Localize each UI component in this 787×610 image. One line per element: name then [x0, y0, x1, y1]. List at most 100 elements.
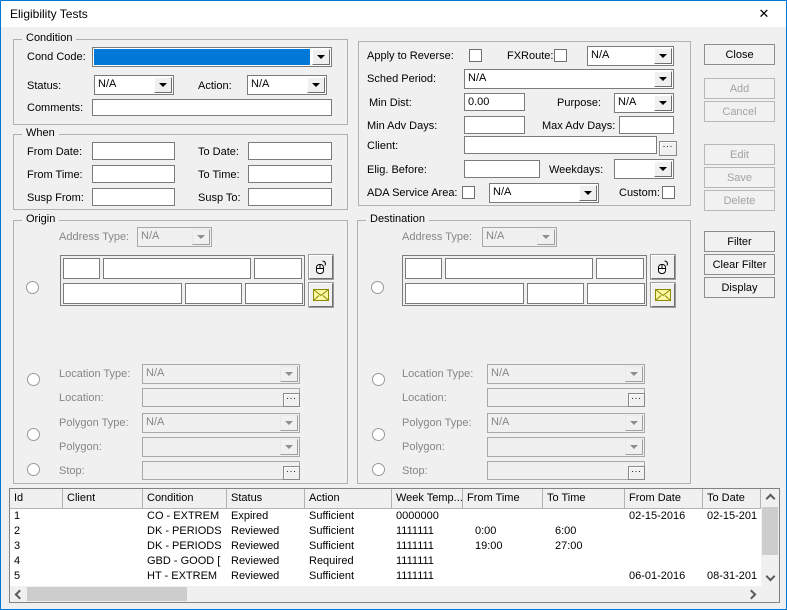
- custom-checkbox[interactable]: [662, 186, 675, 199]
- origin-address-cell-2[interactable]: [103, 258, 251, 279]
- table-row[interactable]: 2 DK - PERIODS Reviewed Sufficient 1111111 0:…: [10, 524, 761, 539]
- status-value: N/A: [98, 78, 117, 90]
- destination-address-cell-6[interactable]: [587, 283, 645, 304]
- column-header-action[interactable]: Action: [305, 489, 392, 509]
- chevron-down-icon[interactable]: [654, 71, 672, 87]
- destination-stop-browse-button[interactable]: ...: [628, 465, 645, 480]
- origin-location-browse-button[interactable]: ...: [283, 392, 300, 407]
- column-header-id[interactable]: Id: [10, 489, 63, 509]
- column-header-to-date[interactable]: To Date: [703, 489, 761, 509]
- destination-address-cell-3[interactable]: [596, 258, 644, 279]
- destination-address-cell-2[interactable]: [445, 258, 593, 279]
- apply-to-reverse-checkbox[interactable]: [469, 49, 482, 62]
- to-date-input[interactable]: [248, 142, 332, 160]
- vertical-scrollbar[interactable]: [761, 489, 779, 586]
- vertical-scroll-thumb[interactable]: [762, 507, 778, 555]
- table-row[interactable]: 3 DK - PERIODS Reviewed Sufficient 1111111 19…: [10, 539, 761, 554]
- origin-address-type-label: Address Type:: [59, 231, 130, 243]
- fxroute-checkbox[interactable]: [554, 49, 567, 62]
- destination-stop-radio[interactable]: [372, 463, 385, 476]
- filter-button[interactable]: Filter: [704, 231, 775, 252]
- chevron-down-icon: [625, 439, 643, 455]
- scroll-right-icon[interactable]: [745, 586, 761, 602]
- sched-period-combo[interactable]: N/A: [464, 69, 674, 89]
- scroll-up-icon[interactable]: [761, 489, 779, 505]
- origin-address-cell-4[interactable]: [63, 283, 182, 304]
- ada-combo[interactable]: N/A: [489, 183, 599, 203]
- destination-address-cell-1[interactable]: [405, 258, 442, 279]
- min-dist-input[interactable]: 0.00: [464, 93, 525, 111]
- origin-stop-radio[interactable]: [27, 463, 40, 476]
- table-cell: [543, 569, 625, 584]
- table-row[interactable]: 1 CO - EXTREM Expired Sufficient 0000000 02-1…: [10, 509, 761, 524]
- table-cell: [625, 554, 703, 569]
- origin-mail-button[interactable]: [309, 283, 333, 307]
- origin-polygon-label: Polygon:: [59, 441, 102, 453]
- column-header-week-temp[interactable]: Week Temp...: [392, 489, 463, 509]
- column-header-status[interactable]: Status: [227, 489, 305, 509]
- status-combo[interactable]: N/A: [94, 75, 174, 95]
- ada-service-area-checkbox[interactable]: [462, 186, 475, 199]
- chevron-down-icon[interactable]: [154, 77, 172, 93]
- horizontal-scroll-thumb[interactable]: [27, 587, 187, 601]
- column-header-to-time[interactable]: To Time: [543, 489, 625, 509]
- chevron-down-icon[interactable]: [579, 185, 597, 201]
- purpose-combo[interactable]: N/A: [614, 93, 674, 113]
- origin-address-radio[interactable]: [26, 281, 39, 294]
- destination-address-cell-5[interactable]: [527, 283, 584, 304]
- table-cell: [625, 539, 703, 554]
- close-window-button[interactable]: ✕: [742, 1, 786, 27]
- horizontal-scrollbar[interactable]: [10, 586, 761, 602]
- origin-polygon-radio[interactable]: [27, 428, 40, 441]
- origin-address-cell-5[interactable]: [185, 283, 242, 304]
- scroll-down-icon[interactable]: [761, 570, 779, 586]
- destination-address-cell-4[interactable]: [405, 283, 524, 304]
- destination-mail-button[interactable]: [651, 283, 675, 307]
- chevron-down-icon[interactable]: [654, 161, 672, 177]
- elig-before-input[interactable]: [464, 160, 540, 178]
- destination-location-radio[interactable]: [372, 373, 385, 386]
- when-group: When From Date: To Date: From Time: To T…: [13, 127, 348, 210]
- chevron-down-icon[interactable]: [307, 77, 325, 93]
- comments-input[interactable]: [92, 99, 332, 116]
- susp-to-input[interactable]: [248, 188, 332, 206]
- action-combo[interactable]: N/A: [247, 75, 327, 95]
- origin-stop-browse-button[interactable]: ...: [283, 465, 300, 480]
- chevron-down-icon[interactable]: [654, 95, 672, 111]
- min-adv-days-input[interactable]: [464, 116, 525, 134]
- weekdays-combo[interactable]: [614, 159, 674, 179]
- column-header-from-time[interactable]: From Time: [463, 489, 543, 509]
- table-cell: [63, 554, 143, 569]
- close-button[interactable]: Close: [704, 44, 775, 65]
- display-button[interactable]: Display: [704, 277, 775, 298]
- origin-address-cell-3[interactable]: [254, 258, 302, 279]
- from-date-input[interactable]: [92, 142, 175, 160]
- column-header-client[interactable]: Client: [63, 489, 143, 509]
- fxroute-combo[interactable]: N/A: [587, 46, 674, 66]
- origin-address-cell-6[interactable]: [245, 283, 303, 304]
- destination-location-browse-button[interactable]: ...: [628, 392, 645, 407]
- max-adv-days-input[interactable]: [619, 116, 674, 134]
- origin-address-cell-1[interactable]: [63, 258, 100, 279]
- chevron-down-icon[interactable]: [312, 49, 330, 65]
- clear-filter-button[interactable]: Clear Filter: [704, 254, 775, 275]
- susp-from-input[interactable]: [92, 188, 175, 206]
- from-time-input[interactable]: [92, 165, 175, 183]
- edit-button: Edit: [704, 144, 775, 165]
- client-browse-button[interactable]: ...: [659, 140, 677, 156]
- origin-location-radio[interactable]: [27, 373, 40, 386]
- destination-polygon-radio[interactable]: [372, 428, 385, 441]
- destination-map-pick-button[interactable]: [651, 255, 675, 279]
- table-row[interactable]: 5 HT - EXTREM Reviewed Sufficient 1111111 06-…: [10, 569, 761, 584]
- scroll-left-icon[interactable]: [10, 586, 26, 602]
- column-header-condition[interactable]: Condition: [143, 489, 227, 509]
- table-cell: 3: [14, 540, 21, 552]
- client-input[interactable]: [464, 136, 657, 154]
- column-header-from-date[interactable]: From Date: [625, 489, 703, 509]
- origin-map-pick-button[interactable]: [309, 255, 333, 279]
- destination-address-radio[interactable]: [371, 281, 384, 294]
- chevron-down-icon[interactable]: [654, 48, 672, 64]
- table-row[interactable]: 4 GBD - GOOD [Reviewed Required 1111111: [10, 554, 761, 569]
- to-time-input[interactable]: [248, 165, 332, 183]
- cond-code-combo[interactable]: [92, 47, 332, 67]
